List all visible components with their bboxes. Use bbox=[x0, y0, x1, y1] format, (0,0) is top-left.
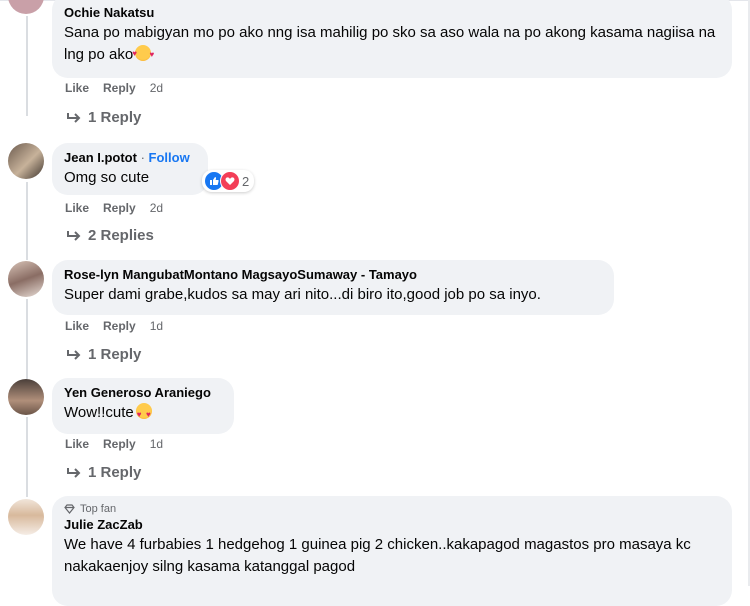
avatar[interactable] bbox=[8, 0, 44, 14]
avatar[interactable] bbox=[8, 379, 44, 415]
view-replies-button[interactable]: 2 Replies bbox=[66, 227, 154, 244]
comment-author-line: Jean I.potot · Follow bbox=[64, 149, 196, 167]
like-button[interactable]: Like bbox=[65, 81, 89, 95]
view-replies-button[interactable]: 1 Reply bbox=[66, 464, 141, 481]
thread-line bbox=[26, 182, 28, 260]
reaction-summary[interactable]: 2 bbox=[202, 170, 255, 192]
comment-actions: Like Reply 1d bbox=[65, 437, 163, 451]
reply-arrow-icon bbox=[67, 467, 81, 478]
reply-button[interactable]: Reply bbox=[103, 437, 136, 451]
comment-author[interactable]: Ochie Nakatsu bbox=[64, 4, 720, 22]
comment-actions: Like Reply 2d bbox=[65, 201, 163, 215]
like-button[interactable]: Like bbox=[65, 319, 89, 333]
view-replies-button[interactable]: 1 Reply bbox=[66, 109, 141, 126]
view-replies-button[interactable]: 1 Reply bbox=[66, 346, 141, 363]
reply-arrow-icon bbox=[67, 349, 81, 360]
comment-text: Sana po mabigyan mo po ako nng isa mahil… bbox=[64, 22, 720, 66]
reaction-count: 2 bbox=[242, 173, 250, 189]
comment-timestamp[interactable]: 1d bbox=[150, 319, 163, 333]
like-button[interactable]: Like bbox=[65, 437, 89, 451]
comment-bubble: Yen Generoso Araniego Wow!!cute ♥ ♥ bbox=[52, 378, 234, 434]
heart-eyes-icon: ♥ ♥ bbox=[135, 403, 152, 419]
reply-button[interactable]: Reply bbox=[103, 81, 136, 95]
replies-count: 1 Reply bbox=[88, 464, 142, 481]
comment-text: Wow!!cute ♥ ♥ bbox=[64, 402, 222, 424]
comment-bubble: Rose-lyn MangubatMontano MagsayoSumaway … bbox=[52, 260, 614, 315]
comment-bubble: Ochie Nakatsu Sana po mabigyan mo po ako… bbox=[52, 0, 732, 78]
smiling-face-with-hearts-icon: ♥ ♥ bbox=[132, 45, 154, 61]
comment-timestamp[interactable]: 2d bbox=[150, 201, 163, 215]
comment-actions: Like Reply 2d bbox=[65, 81, 163, 95]
love-reaction-icon bbox=[220, 171, 240, 191]
reply-button[interactable]: Reply bbox=[103, 319, 136, 333]
comment-text-body: Wow!!cute bbox=[64, 404, 134, 421]
comment-author[interactable]: Julie ZacZab bbox=[64, 516, 720, 534]
top-fan-label: Top fan bbox=[80, 503, 117, 515]
like-button[interactable]: Like bbox=[65, 201, 89, 215]
comment-actions: Like Reply 1d bbox=[65, 319, 163, 333]
comment-timestamp[interactable]: 1d bbox=[150, 437, 163, 451]
thread-line bbox=[26, 299, 28, 379]
avatar[interactable] bbox=[8, 261, 44, 297]
comment-text: We have 4 furbabies 1 hedgehog 1 guinea … bbox=[64, 536, 691, 575]
thread-line bbox=[26, 417, 28, 497]
replies-count: 2 Replies bbox=[88, 227, 154, 244]
comment-bubble: Jean I.potot · Follow Omg so cute bbox=[52, 143, 208, 195]
follow-button[interactable]: Follow bbox=[149, 150, 190, 165]
avatar[interactable] bbox=[8, 143, 44, 179]
comment-text-body: Sana po mabigyan mo po ako nng isa mahil… bbox=[64, 24, 716, 63]
reply-button[interactable]: Reply bbox=[103, 201, 136, 215]
reply-arrow-icon bbox=[67, 230, 81, 241]
replies-count: 1 Reply bbox=[88, 346, 142, 363]
top-fan-badge: Top fan bbox=[64, 502, 720, 516]
thread-line bbox=[26, 16, 28, 116]
reply-arrow-icon bbox=[67, 112, 81, 123]
separator-dot: · bbox=[140, 150, 145, 165]
comment-text: Super dami grabe,kudos sa may ari nito..… bbox=[64, 286, 541, 303]
comment-text: Omg so cute bbox=[64, 169, 150, 186]
diamond-icon bbox=[64, 504, 75, 514]
replies-count: 1 Reply bbox=[88, 109, 142, 126]
avatar[interactable] bbox=[8, 499, 44, 535]
comment-timestamp[interactable]: 2d bbox=[150, 81, 163, 95]
comment-author[interactable]: Yen Generoso Araniego bbox=[64, 384, 222, 402]
comment-author[interactable]: Rose-lyn MangubatMontano MagsayoSumaway … bbox=[64, 266, 602, 284]
comment-author[interactable]: Jean I.potot bbox=[64, 150, 137, 165]
comment-bubble: Top fan Julie ZacZab We have 4 furbabies… bbox=[52, 496, 732, 606]
